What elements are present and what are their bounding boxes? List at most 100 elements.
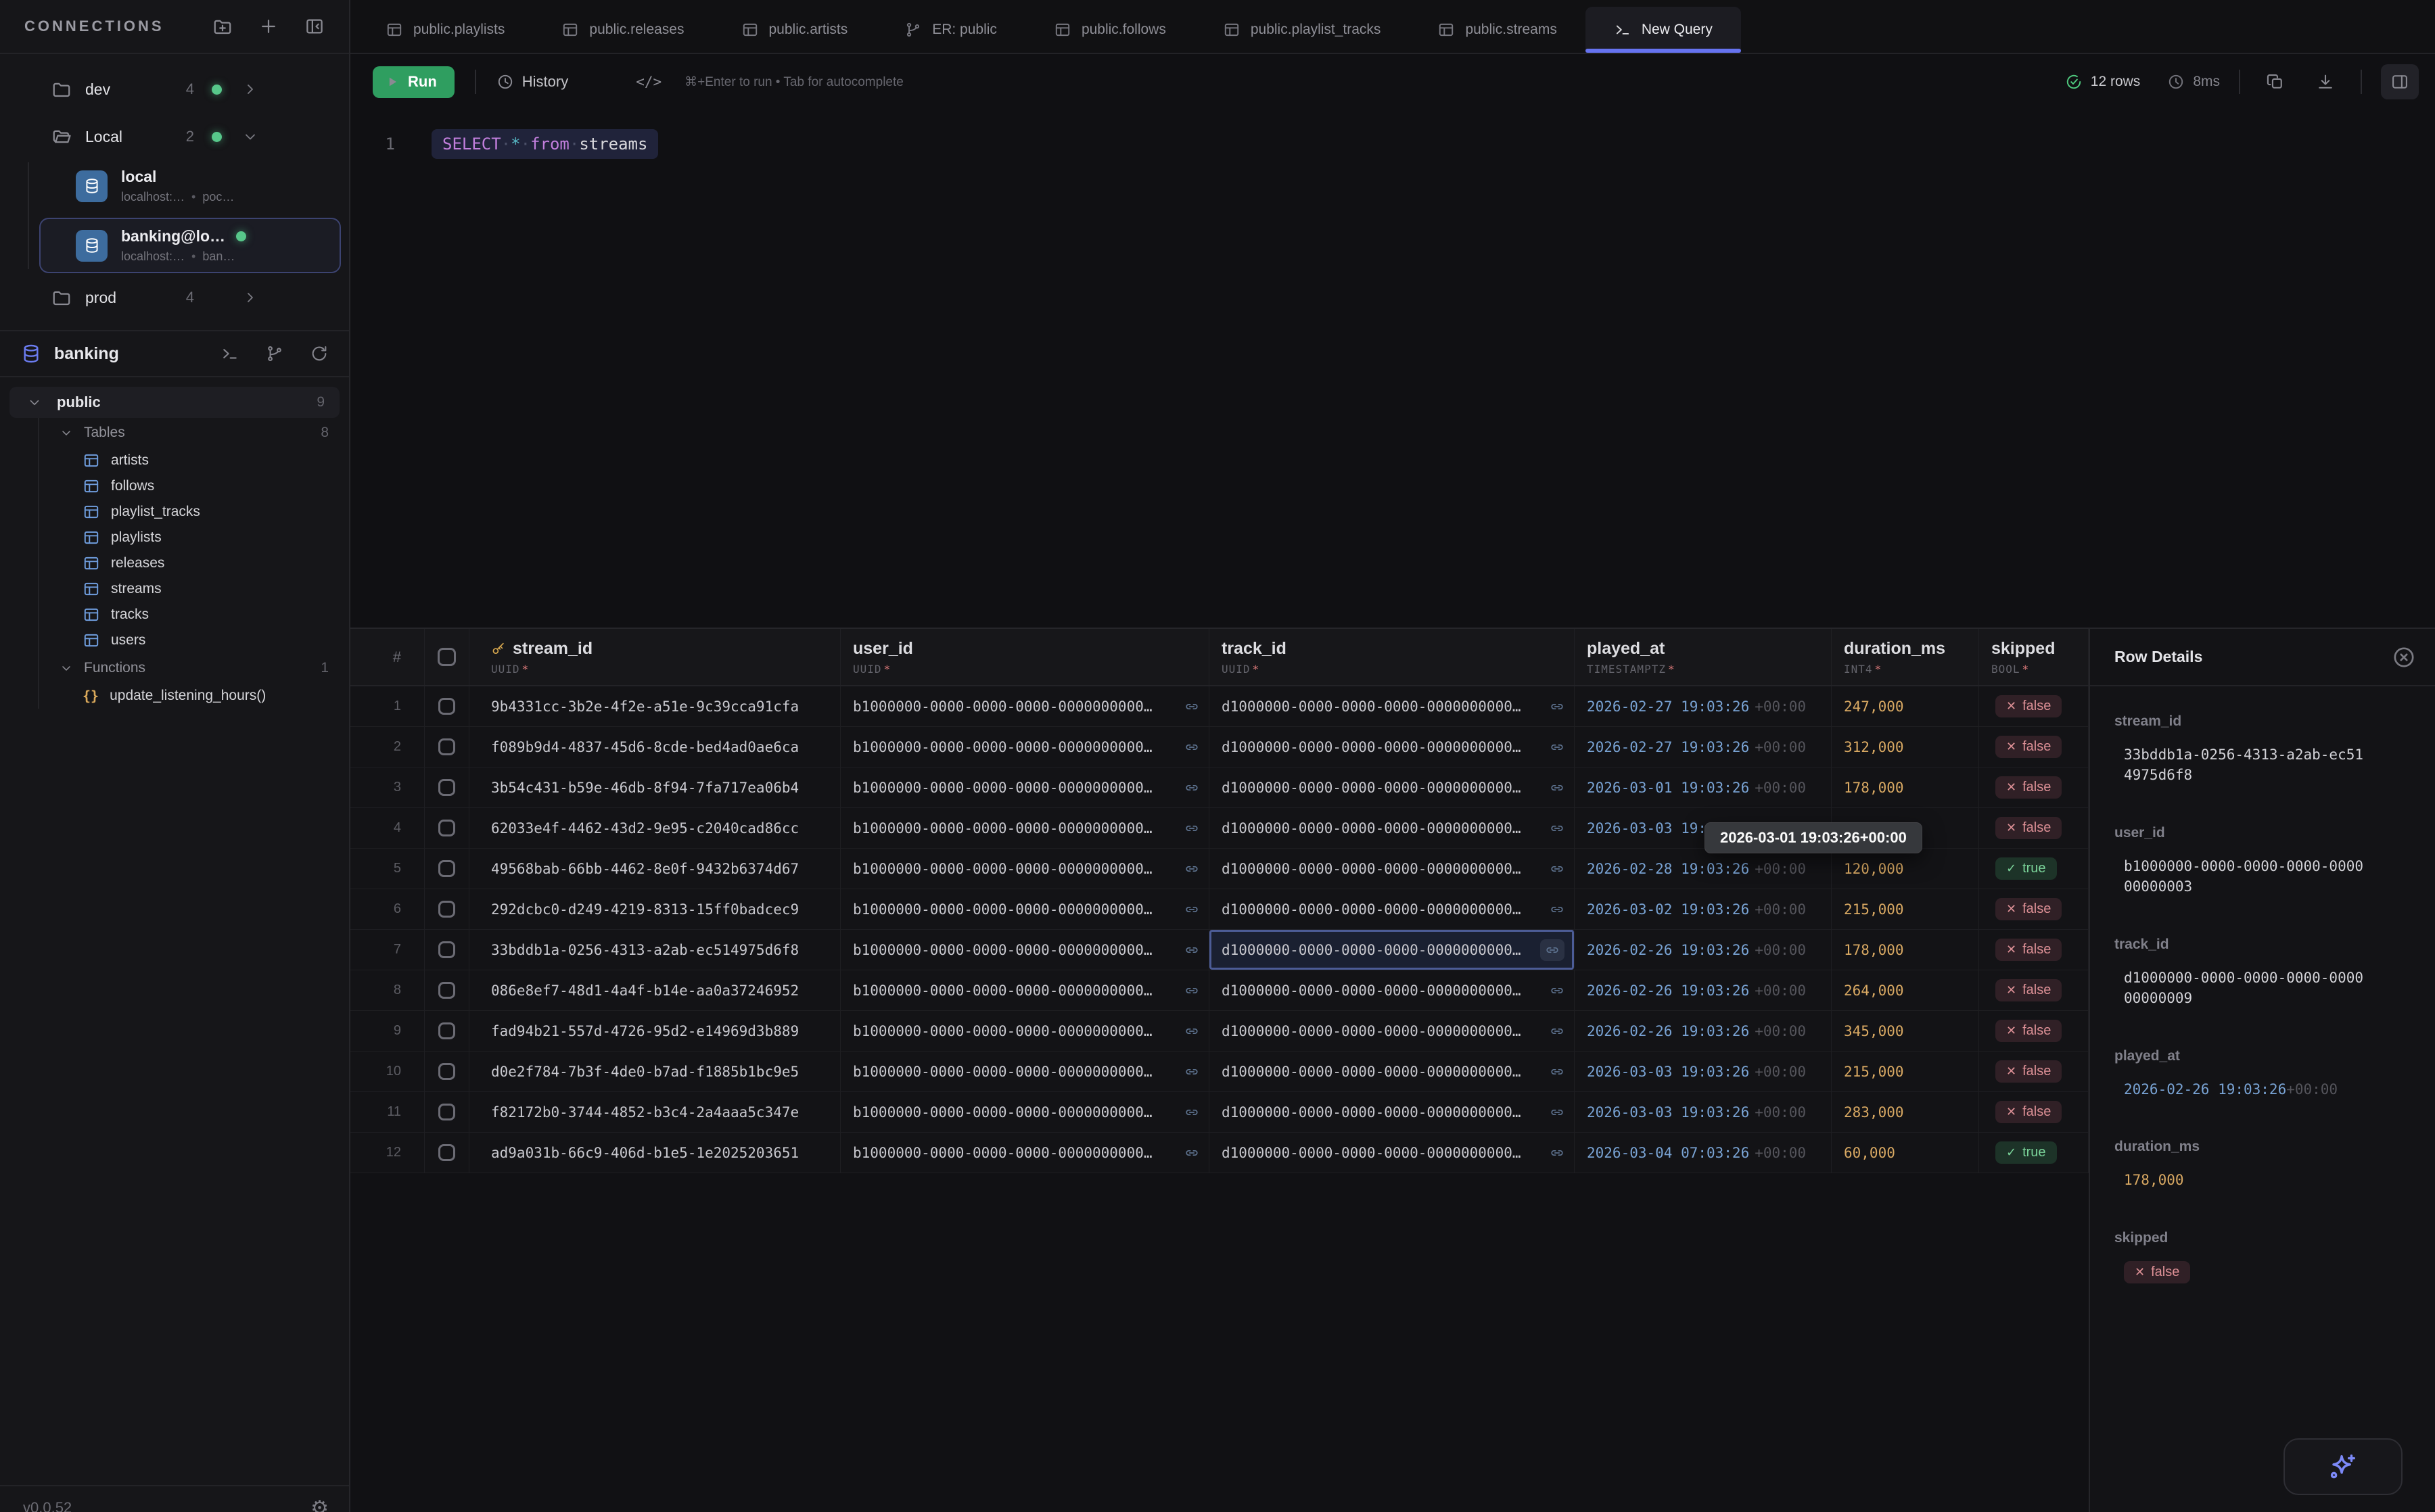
cell-user-id[interactable]: b1000000-0000-0000-0000-0000000000… [841,1052,1209,1091]
cell-stream-id[interactable]: 33bddb1a-0256-4313-a2ab-ec514975d6f8 [469,930,841,970]
row-checkbox[interactable] [438,1144,455,1161]
cell-track-id[interactable]: d1000000-0000-0000-0000-0000000000… [1209,1092,1575,1132]
cell-user-id[interactable]: b1000000-0000-0000-0000-0000000000… [841,727,1209,767]
cell-skipped[interactable]: ✕false [1979,889,2089,929]
cell-track-id[interactable]: d1000000-0000-0000-0000-0000000000… [1209,808,1575,848]
link-icon[interactable] [1550,983,1564,998]
sidebar-table-follows[interactable]: follows [0,473,349,499]
row-checkbox[interactable] [438,738,455,755]
cell-track-id[interactable]: d1000000-0000-0000-0000-0000000000… [1209,767,1575,807]
cell-stream-id[interactable]: fad94b21-557d-4726-95d2-e14969d3b889 [469,1011,841,1051]
cell-stream-id[interactable]: f82172b0-3744-4852-b3c4-2a4aaa5c347e [469,1092,841,1132]
column-header-track_id[interactable]: track_idUUID* [1209,629,1575,685]
cell-stream-id[interactable]: 3b54c431-b59e-46db-8f94-7fa717ea06b4 [469,767,841,807]
cell-skipped[interactable]: ✕false [1979,930,2089,970]
select-all-checkbox[interactable] [438,648,456,666]
row-checkbox[interactable] [438,1063,455,1080]
row-checkbox[interactable] [438,1104,455,1120]
cell-skipped[interactable]: ✕false [1979,1011,2089,1051]
cell-duration-ms[interactable]: 178,000 [1832,930,1979,970]
cell-skipped[interactable]: ✓true [1979,1133,2089,1173]
link-icon[interactable] [1184,902,1199,917]
link-icon[interactable] [1184,699,1199,714]
cell-skipped[interactable]: ✕false [1979,970,2089,1010]
link-icon[interactable] [1550,740,1564,755]
folder-prod[interactable]: prod 4 [0,280,349,315]
cell-user-id[interactable]: b1000000-0000-0000-0000-0000000000… [841,889,1209,929]
cell-duration-ms[interactable]: 247,000 [1832,686,1979,726]
cell-skipped[interactable]: ✕false [1979,686,2089,726]
column-header-user_id[interactable]: user_idUUID* [841,629,1209,685]
link-icon[interactable] [1540,939,1564,961]
cell-duration-ms[interactable]: 215,000 [1832,889,1979,929]
row-checkbox[interactable] [438,941,455,958]
cell-stream-id[interactable]: d0e2f784-7b3f-4de0-b7ad-f1885b1bc9e5 [469,1052,841,1091]
link-icon[interactable] [1184,861,1199,876]
cell-track-id[interactable]: d1000000-0000-0000-0000-0000000000… [1209,1052,1575,1091]
cell-track-id[interactable]: d1000000-0000-0000-0000-0000000000… [1209,1011,1575,1051]
refresh-icon[interactable] [310,344,329,363]
tab-public-playlists[interactable]: public.playlists [357,7,533,53]
cell-played-at[interactable]: 2026-03-01 19:03:26+00:00 [1575,767,1832,807]
link-icon[interactable] [1550,1105,1564,1120]
link-icon[interactable] [1184,740,1199,755]
row-checkbox[interactable] [438,698,455,715]
collapse-sidebar-icon[interactable] [304,16,325,37]
cell-played-at[interactable]: 2026-02-26 19:03:26+00:00 [1575,930,1832,970]
cell-user-id[interactable]: b1000000-0000-0000-0000-0000000000… [841,686,1209,726]
cell-track-id[interactable]: d1000000-0000-0000-0000-0000000000… [1209,686,1575,726]
link-icon[interactable] [1184,780,1199,795]
tab-er-public[interactable]: ER: public [876,7,1025,53]
tables-group[interactable]: Tables 8 [0,418,349,448]
link-icon[interactable] [1184,1105,1199,1120]
link-icon[interactable] [1184,983,1199,998]
sql-console-icon[interactable] [221,344,239,363]
link-icon[interactable] [1550,821,1564,836]
cell-user-id[interactable]: b1000000-0000-0000-0000-0000000000… [841,767,1209,807]
row-number[interactable]: 2 [350,727,425,767]
column-header-played_at[interactable]: played_atTIMESTAMPTZ* [1575,629,1832,685]
sidebar-function-0[interactable]: {}update_listening_hours() [0,683,349,709]
column-header-duration_ms[interactable]: duration_msINT4* [1832,629,1979,685]
cell-duration-ms[interactable]: 312,000 [1832,727,1979,767]
row-number[interactable]: 7 [350,930,425,970]
cell-track-id[interactable]: d1000000-0000-0000-0000-0000000000… [1209,970,1575,1010]
link-icon[interactable] [1550,1024,1564,1039]
row-checkbox[interactable] [438,820,455,836]
cell-user-id[interactable]: b1000000-0000-0000-0000-0000000000… [841,1133,1209,1173]
chevron-down-icon[interactable] [242,128,258,145]
sidebar-table-artists[interactable]: artists [0,448,349,473]
cell-skipped[interactable]: ✕false [1979,808,2089,848]
row-number[interactable]: 8 [350,970,425,1010]
cell-stream-id[interactable]: 086e8ef7-48d1-4a4f-b14e-aa0a37246952 [469,970,841,1010]
tab-public-releases[interactable]: public.releases [533,7,712,53]
cell-duration-ms[interactable]: 283,000 [1832,1092,1979,1132]
column-header-stream_id[interactable]: stream_idUUID* [469,629,841,685]
cell-user-id[interactable]: b1000000-0000-0000-0000-0000000000… [841,1092,1209,1132]
schema-public[interactable]: public 9 [9,387,340,418]
cell-duration-ms[interactable]: 264,000 [1832,970,1979,1010]
cell-skipped[interactable]: ✕false [1979,767,2089,807]
cell-user-id[interactable]: b1000000-0000-0000-0000-0000000000… [841,970,1209,1010]
row-checkbox[interactable] [438,901,455,918]
sql-statement[interactable]: SELECT·*·from·streams [432,129,658,159]
ai-assistant-button[interactable] [2283,1438,2403,1495]
cell-played-at[interactable]: 2026-02-26 19:03:26+00:00 [1575,970,1832,1010]
sidebar-table-playlist_tracks[interactable]: playlist_tracks [0,499,349,525]
run-button[interactable]: Run [373,66,455,98]
column-header-skipped[interactable]: skippedBOOL* [1979,629,2089,685]
cell-duration-ms[interactable]: 345,000 [1832,1011,1979,1051]
cell-played-at[interactable]: 2026-02-27 19:03:26+00:00 [1575,727,1832,767]
cell-played-at[interactable]: 2026-02-26 19:03:26+00:00 [1575,1011,1832,1051]
cell-track-id[interactable]: d1000000-0000-0000-0000-0000000000… [1209,889,1575,929]
row-number[interactable]: 10 [350,1052,425,1091]
link-icon[interactable] [1184,1145,1199,1160]
cell-stream-id[interactable]: 49568bab-66bb-4462-8e0f-9432b6374d67 [469,849,841,889]
connection-item-banking-lo-[interactable]: banking@lo…localhost:…•ban… [39,218,341,273]
link-icon[interactable] [1184,1024,1199,1039]
cell-skipped[interactable]: ✕false [1979,727,2089,767]
tab-public-streams[interactable]: public.streams [1409,7,1585,53]
cell-played-at[interactable]: 2026-03-03 19:03:26+00:00 [1575,1092,1832,1132]
cell-duration-ms[interactable]: 120,000 [1832,849,1979,889]
row-number[interactable]: 11 [350,1092,425,1132]
